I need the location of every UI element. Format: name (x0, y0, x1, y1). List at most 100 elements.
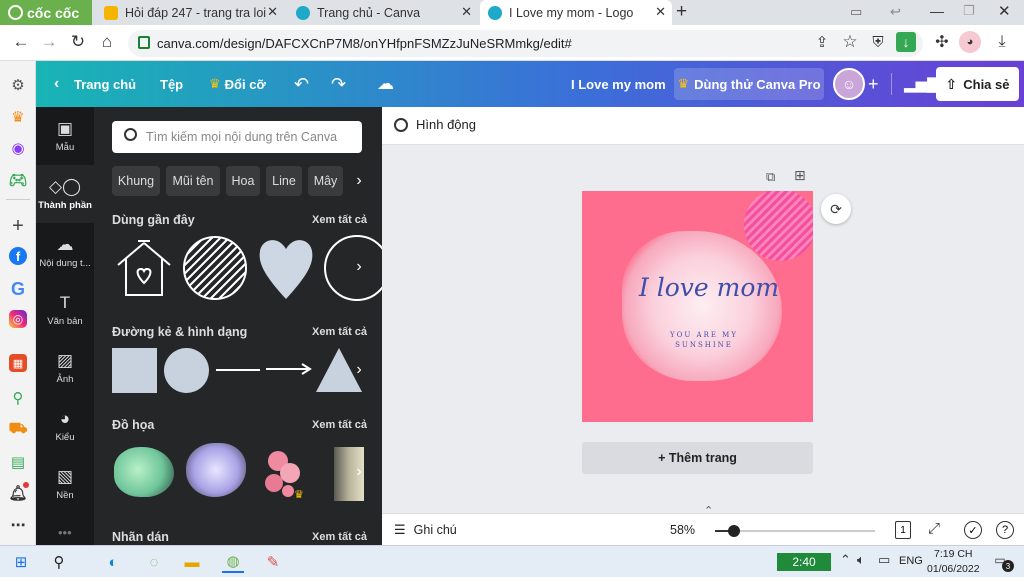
sheets-icon[interactable]: ▤ (6, 450, 30, 474)
sidebar-item-elements[interactable]: ◇◯ Thành phần (36, 165, 94, 223)
resize-button[interactable]: ♛ Đổi cỡ (209, 61, 266, 107)
shopping-icon[interactable]: ▦ (9, 354, 27, 372)
try-pro-button[interactable]: ♛ Dùng thử Canva Pro (674, 68, 824, 100)
undo-icon[interactable]: ↶ (294, 61, 309, 107)
reload-icon[interactable]: ↻ (67, 31, 89, 53)
recent-heart-shape[interactable] (258, 235, 314, 301)
add-collaborator-icon[interactable]: + (868, 61, 879, 107)
window-close-icon[interactable]: ✕ (998, 2, 1011, 20)
google-icon[interactable]: G (6, 277, 30, 301)
design-page[interactable]: I love mom YOU ARE MY SUNSHINE (582, 191, 813, 422)
maximize-icon[interactable]: ❐ (963, 3, 975, 19)
see-all-graphics[interactable]: Xem tất cả (312, 419, 367, 431)
notes-button[interactable]: ☰ Ghi chú (394, 522, 457, 538)
search-icon[interactable]: ⚲ (48, 551, 70, 573)
add-page-icon[interactable]: ⊞ (794, 167, 806, 184)
window-card-icon[interactable]: ▭ (850, 4, 862, 20)
sidebar-item-styles[interactable]: ◕ Kiểu (36, 397, 94, 455)
chip-clouds[interactable]: Mây (308, 166, 343, 196)
minimize-icon[interactable]: — (930, 3, 944, 19)
chevron-right-icon[interactable]: › (348, 359, 370, 381)
zoom-slider-knob[interactable] (728, 525, 741, 537)
insights-chart-icon[interactable]: ▂▅▇ (904, 61, 939, 107)
shield-icon[interactable]: ⛨ (867, 31, 889, 53)
recent-striped-circle[interactable] (183, 236, 247, 300)
sidebar-item-photos[interactable]: ▨ Ảnh (36, 339, 94, 397)
chip-arrows[interactable]: Mũi tên (166, 166, 220, 196)
more-dots-icon[interactable]: ••• (58, 525, 72, 540)
zoom-percent[interactable]: 58% (670, 523, 695, 537)
add-app-icon[interactable]: + (6, 214, 30, 238)
shape-square[interactable] (112, 348, 157, 393)
shape-arrow-line[interactable] (266, 362, 312, 376)
see-all-stickers[interactable]: Xem tất cả (312, 531, 367, 543)
chip-frames[interactable]: Khung (112, 166, 160, 196)
duplicate-page-icon[interactable]: ⧉ (766, 169, 775, 185)
cart-icon[interactable]: ⛟ (6, 417, 30, 441)
paint-app-icon[interactable]: ✎ (262, 551, 284, 573)
clock-time[interactable]: 7:19 CH (934, 548, 973, 560)
language-indicator[interactable]: ENG (899, 555, 923, 567)
sidebar-item-uploads[interactable]: ☁ Nội dung t... (36, 223, 94, 281)
search-input[interactable]: Tìm kiếm mọi nội dung trên Canva (112, 121, 362, 153)
graphic-purple-splash[interactable] (186, 443, 246, 497)
chevron-up-icon[interactable]: ⌃ (840, 552, 851, 568)
comment-add-icon[interactable]: ⟳ (821, 194, 851, 224)
zoom-slider[interactable] (715, 525, 875, 537)
share-page-icon[interactable]: ⇪ (811, 31, 833, 53)
help-icon[interactable]: ? (996, 521, 1014, 539)
cloud-saved-icon[interactable]: ☁ (377, 61, 394, 107)
maps-pin-icon[interactable]: ⚲ (6, 386, 30, 410)
bookmark-star-icon[interactable]: ☆ (839, 31, 861, 53)
back-window-icon[interactable]: ↩ (890, 4, 901, 20)
recent-house-graphic[interactable] (112, 239, 176, 299)
speaker-icon[interactable]: 🔈︎ (857, 552, 865, 568)
chevron-right-icon[interactable]: › (348, 461, 370, 483)
striped-circle-decoration[interactable] (744, 191, 813, 261)
tab-canva-home[interactable]: Trang chủ - Canva ✕ (288, 0, 478, 25)
download-icon[interactable]: ⤓ (991, 31, 1013, 53)
file-explorer-icon[interactable]: ▬ (181, 551, 203, 573)
messenger-icon[interactable]: ◉ (6, 136, 30, 160)
close-icon[interactable]: ✕ (655, 4, 666, 20)
user-avatar[interactable]: ☺ (833, 68, 865, 100)
chevron-right-icon[interactable]: › (348, 256, 370, 278)
file-menu[interactable]: Tệp (160, 61, 183, 107)
shape-circle[interactable] (164, 348, 209, 393)
battery-timer-badge[interactable]: 2:40 (777, 553, 831, 571)
design-subtitle-2[interactable]: SUNSHINE (644, 341, 764, 349)
see-all-recent[interactable]: Xem tất cả (312, 214, 367, 226)
see-all-shapes[interactable]: Xem tất cả (312, 326, 367, 338)
chip-flowers[interactable]: Hoa (226, 166, 260, 196)
close-icon[interactable]: ✕ (461, 4, 472, 20)
add-page-button[interactable]: + Thêm trang (582, 442, 813, 474)
facebook-icon[interactable]: f (9, 247, 27, 265)
profile-avatar[interactable]: ◕ (959, 31, 981, 53)
fullscreen-icon[interactable]: ⤢ (928, 520, 940, 537)
tab-canva-design[interactable]: I Love my mom - Logo ✕ (480, 0, 672, 25)
download-green-icon[interactable]: ↓ (896, 32, 916, 52)
coccoc-taskbar-icon[interactable]: ◌ (143, 551, 165, 573)
edge-icon[interactable]: ◐ (102, 551, 124, 573)
battery-icon[interactable]: ▭ (878, 552, 890, 568)
crown-icon[interactable]: ♛ (6, 105, 30, 129)
close-icon[interactable]: ✕ (267, 4, 278, 20)
check-icon[interactable]: ✓ (964, 521, 982, 539)
sidebar-item-text[interactable]: T Văn bản (36, 281, 94, 339)
home-icon[interactable]: ⌂ (96, 31, 118, 53)
coccoc-logo[interactable]: cốc cốc (0, 0, 92, 25)
settings-gear-icon[interactable]: ⚙ (6, 73, 30, 97)
coccoc-active-icon[interactable]: ◍ (222, 551, 244, 573)
design-subtitle-1[interactable]: YOU ARE MY (644, 331, 764, 339)
animate-button[interactable]: Hình động (394, 117, 476, 132)
chevron-left-icon[interactable]: ‹ (54, 61, 59, 107)
forward-arrow-icon[interactable]: → (38, 31, 60, 53)
design-title[interactable]: I love mom (634, 273, 784, 302)
game-controller-icon[interactable]: 🎮︎ (6, 168, 30, 192)
back-arrow-icon[interactable]: ← (10, 31, 32, 53)
tab-hoidap[interactable]: Hỏi đáp 247 - trang tra loi ✕ (96, 0, 284, 25)
sidebar-item-templates[interactable]: ▣ Mẫu (36, 107, 94, 165)
graphic-green-splash[interactable] (114, 447, 174, 497)
instagram-icon[interactable]: ◎ (9, 310, 27, 328)
clock-date[interactable]: 01/06/2022 (927, 563, 980, 575)
